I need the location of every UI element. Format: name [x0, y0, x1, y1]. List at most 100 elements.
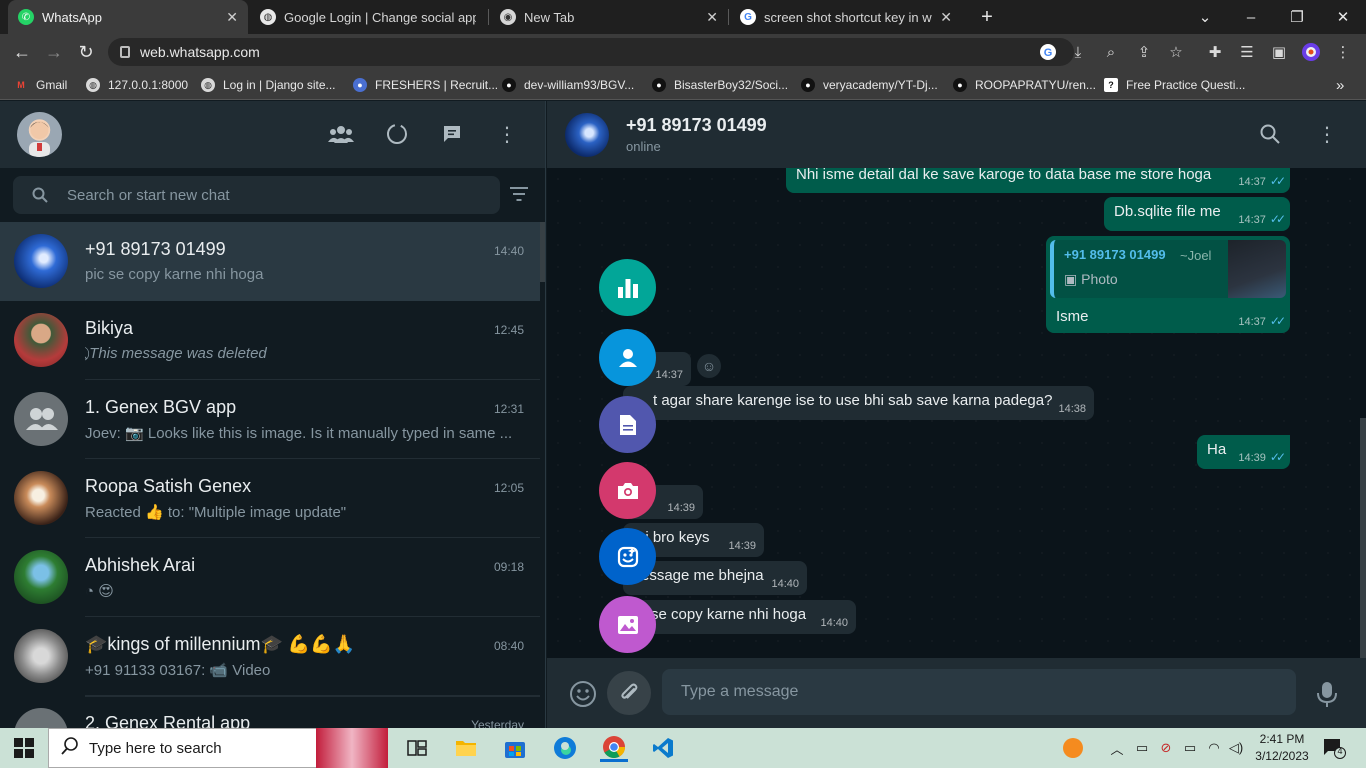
chat-list-item[interactable]: Abhishek Arai 09:18 ◔ 😍 [0, 538, 540, 617]
file-explorer-icon[interactable] [452, 734, 480, 762]
back-button[interactable]: ← [10, 40, 34, 64]
bookmark-github-social[interactable]: ● BisasterBoy32/Soci... [652, 77, 788, 93]
chat-list-scrollbar[interactable] [540, 222, 545, 282]
install-app-icon[interactable]: ⤓ [1068, 42, 1088, 62]
filter-icon[interactable] [510, 187, 534, 205]
reading-list-icon[interactable]: ☰ [1237, 42, 1257, 62]
outgoing-message[interactable]: Ha 14:39 ✓✓ [1197, 435, 1290, 469]
zoom-icon[interactable]: ⌕ [1101, 42, 1121, 62]
status-icon[interactable] [384, 121, 410, 147]
whatsapp-favicon-icon: ✆ [18, 9, 34, 25]
address-bar[interactable]: web.whatsapp.com [108, 38, 1074, 66]
chat-list-item[interactable]: +91 89173 01499 14:40 pic se copy karne … [0, 222, 540, 301]
chat-list-item[interactable]: 1. Genex BGV app 12:31 Joev: 📷 Looks lik… [0, 380, 540, 459]
close-window-button[interactable]: ✕ [1320, 0, 1366, 34]
tab-new-tab[interactable]: ◉ New Tab ✕ [490, 0, 728, 34]
gallery-button[interactable] [599, 596, 656, 653]
bookmark-freshers[interactable]: ● FRESHERS | Recruit... [353, 77, 498, 93]
menu-icon[interactable]: ⋮ [494, 121, 520, 147]
communities-icon[interactable] [328, 121, 354, 147]
incoming-message[interactable]: se copy karne nhi hoga 14:40 [623, 600, 856, 634]
chrome-menu-icon[interactable]: ⋮ [1333, 42, 1353, 62]
chat-list-item[interactable]: Roopa Satish Genex 12:05 Reacted 👍 to: "… [0, 459, 540, 538]
camera-button[interactable] [599, 462, 656, 519]
poll-button[interactable] [599, 259, 656, 316]
minimize-button[interactable]: – [1228, 0, 1274, 34]
outgoing-message[interactable]: Nhi isme detail dal ke save karoge to da… [786, 168, 1290, 193]
show-hidden-icons-icon[interactable]: ︿ [1103, 734, 1131, 762]
notification-center-icon[interactable]: 4 [1320, 734, 1348, 762]
search-icon[interactable] [1257, 121, 1283, 147]
new-tab-button[interactable]: + [964, 0, 1010, 34]
bookmark-gmail[interactable]: M Gmail [14, 77, 67, 93]
contact-avatar[interactable] [565, 113, 609, 157]
search-box[interactable] [13, 176, 500, 214]
system-clock[interactable]: 2:41 PM 3/12/2023 [1252, 731, 1312, 765]
new-chat-icon[interactable] [439, 121, 465, 147]
emoji-icon[interactable] [569, 680, 597, 708]
task-view-icon[interactable] [403, 734, 431, 762]
my-profile-avatar[interactable] [17, 112, 62, 157]
tab-screenshot-search[interactable]: G screen shot shortcut key in windo ✕ [730, 0, 962, 34]
edge-icon[interactable] [551, 734, 579, 762]
restore-button[interactable]: ❐ [1274, 0, 1320, 34]
bookmark-django-login[interactable]: ◍ Log in | Django site... [201, 77, 336, 93]
conversation-header[interactable]: +91 89173 01499 online ⋮ [547, 101, 1366, 168]
profile-avatar[interactable] [1301, 42, 1321, 62]
conversation-panel: +91 89173 01499 online ⋮ Nhi isme detail… [547, 101, 1366, 728]
close-tab-icon[interactable]: ✕ [706, 9, 718, 26]
microphone-icon[interactable] [1315, 680, 1339, 708]
chat-list-item[interactable]: Bikiya 12:45 ⃠ This message was deleted [0, 301, 540, 380]
contact-name: +91 89173 01499 [626, 115, 767, 135]
windows-start-icon[interactable] [10, 734, 38, 762]
tab-whatsapp[interactable]: ✆ WhatsApp ✕ [8, 0, 248, 34]
react-emoji-icon[interactable]: ☺ [697, 354, 721, 378]
chat-list-item[interactable]: 2. Genex Rental app Yesterday [0, 696, 540, 728]
chat-name: 2. Genex Rental app [85, 713, 251, 728]
sticker-button[interactable] [599, 528, 656, 585]
document-button[interactable] [599, 396, 656, 453]
share-icon[interactable]: ⇪ [1134, 42, 1154, 62]
attach-button[interactable] [607, 671, 651, 715]
bookmark-github-bgv[interactable]: ● dev-william93/BGV... [502, 77, 634, 93]
reload-button[interactable]: ↻ [74, 40, 98, 64]
tab-google-login[interactable]: ◍ Google Login | Change social app [250, 0, 486, 34]
chat-list-item[interactable]: 🎓kings of millennium🎓 💪💪🙏 08:40 +91 9113… [0, 617, 540, 696]
conversation-menu-icon[interactable]: ⋮ [1314, 121, 1340, 147]
taskbar-search-box[interactable]: Type here to search [48, 728, 345, 768]
outgoing-message[interactable]: Db.sqlite file me 14:37 ✓✓ [1104, 197, 1290, 231]
volume-icon[interactable]: ◁) [1222, 734, 1250, 762]
vscode-icon[interactable] [649, 734, 677, 762]
message-input[interactable] [662, 669, 1296, 715]
search-input[interactable] [67, 186, 467, 204]
incoming-message[interactable]: t agar share karenge ise to use bhi sab … [623, 386, 1094, 420]
extensions-icon[interactable]: ✚ [1205, 42, 1225, 62]
message-list: Nhi isme detail dal ke save karoge to da… [547, 168, 1366, 658]
google-lens-icon[interactable]: G [1038, 42, 1058, 62]
bookmark-localhost[interactable]: ◍ 127.0.0.1:8000 [86, 77, 188, 93]
tab-search-icon[interactable]: ⌄ [1182, 0, 1228, 34]
side-panel-icon[interactable]: ▣ [1269, 42, 1289, 62]
close-tab-icon[interactable]: ✕ [940, 9, 952, 26]
quoted-message[interactable]: +91 89173 01499 ~Joel ▣ Photo [1050, 240, 1286, 298]
notification-count: 4 [1337, 746, 1343, 756]
microsoft-store-icon[interactable] [501, 734, 529, 762]
forward-button[interactable]: → [42, 40, 66, 64]
contact-avatar [14, 550, 68, 604]
read-ticks-icon: ✓✓ [1269, 174, 1286, 188]
conversation-scrollbar[interactable] [1360, 418, 1366, 658]
weather-icon[interactable] [1063, 738, 1083, 758]
bookmark-github-yt[interactable]: ● veryacademy/YT-Dj... [801, 77, 938, 93]
contact-button[interactable] [599, 329, 656, 386]
chrome-taskbar-icon[interactable] [600, 734, 628, 762]
outgoing-reply-message[interactable]: +91 89173 01499 ~Joel ▣ Photo Isme 14:37… [1046, 236, 1290, 333]
bookmark-github-roopa[interactable]: ● ROOPAPRATYU/ren... [953, 77, 1096, 93]
close-tab-icon[interactable]: ✕ [226, 9, 238, 26]
bookmark-practice[interactable]: ? Free Practice Questi... [1104, 77, 1245, 93]
google-icon: G [740, 9, 756, 25]
chat-list: +91 89173 01499 14:40 pic se copy karne … [0, 222, 540, 728]
more-bookmarks-icon[interactable]: » [1336, 77, 1344, 94]
bookmark-star-icon[interactable]: ☆ [1166, 42, 1186, 62]
read-ticks-icon: ✓✓ [1269, 314, 1286, 328]
url-text: web.whatsapp.com [140, 44, 260, 60]
